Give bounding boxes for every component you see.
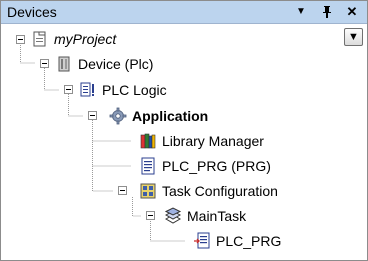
tree-item-label: PLC_PRG (216, 233, 282, 249)
expander-application[interactable] (88, 111, 97, 120)
close-icon[interactable]: ✕ (344, 4, 360, 20)
application-gear-icon (109, 107, 127, 125)
expander-myproject[interactable] (16, 35, 25, 44)
tree-item-myproject[interactable]: myProject (31, 28, 116, 50)
library-books-icon (140, 133, 156, 149)
tree-item-device[interactable]: Device (Plc) (55, 53, 153, 75)
device-icon (58, 56, 70, 72)
tree-item-application[interactable]: Application (109, 105, 208, 127)
plc-logic-icon (80, 82, 94, 97)
program-call-icon (194, 232, 210, 249)
tree-item-label: Application (132, 108, 209, 124)
expander-maintask[interactable] (146, 211, 155, 220)
chevron-down-icon: ▼ (348, 31, 359, 43)
panel-titlebar: Devices ▼ ✕ (1, 1, 367, 24)
tree-item-task-configuration[interactable]: Task Configuration (139, 180, 278, 202)
program-document-icon (141, 157, 155, 175)
panel-menu-dropdown-icon[interactable]: ▼ (293, 4, 309, 20)
tree-item-label: PLC Logic (102, 82, 167, 98)
tree-item-plc-prg[interactable]: PLC_PRG (PRG) (139, 155, 271, 177)
tree-item-label: Task Configuration (162, 183, 278, 199)
main-task-icon (164, 207, 182, 224)
task-configuration-icon (140, 183, 156, 199)
tree-item-plc-logic[interactable]: PLC Logic (79, 79, 167, 101)
tree-options-dropdown-button[interactable]: ▼ (344, 28, 363, 46)
panel-title: Devices (7, 4, 57, 20)
tree-item-plc-prg-call[interactable]: PLC_PRG (193, 230, 281, 252)
expander-task-configuration[interactable] (118, 186, 127, 195)
tree-item-label: Library Manager (162, 133, 264, 149)
tree-item-maintask[interactable]: MainTask (164, 205, 246, 227)
pin-icon[interactable] (319, 4, 335, 20)
tree-item-label: MainTask (187, 208, 247, 224)
devices-panel: Devices ▼ ✕ ▼ myProject Device (Plc) PLC… (0, 0, 368, 261)
expander-device[interactable] (40, 59, 49, 68)
tree-item-label: myProject (54, 31, 117, 47)
expander-plc-logic[interactable] (64, 85, 73, 94)
project-icon (33, 31, 46, 47)
tree-item-library-manager[interactable]: Library Manager (139, 130, 264, 152)
tree-item-label: Device (Plc) (78, 56, 154, 72)
tree-item-label: PLC_PRG (PRG) (162, 158, 271, 174)
